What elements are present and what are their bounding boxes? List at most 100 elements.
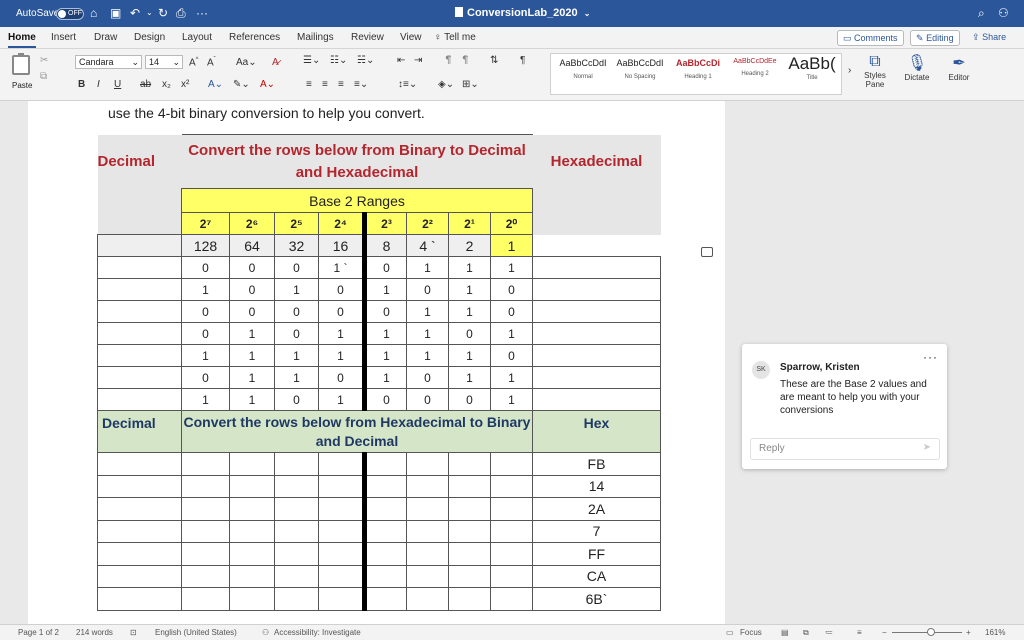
binary-answer-cell[interactable] (448, 519, 491, 543)
strikethrough-icon[interactable]: ab (140, 79, 151, 90)
tell-me[interactable]: ♀ Tell me (434, 32, 476, 43)
share-people-icon[interactable]: ⚇ (998, 6, 1009, 20)
comment-card[interactable]: SK ··· Sparrow, Kristen These are the Ba… (742, 344, 947, 469)
binary-answer-cell[interactable] (274, 519, 319, 543)
word-count[interactable]: 214 words (76, 628, 113, 637)
hex-answer-cell[interactable] (532, 344, 661, 367)
decimal-answer-cell[interactable] (97, 366, 182, 389)
reply-input[interactable]: Reply ➤ (750, 438, 940, 460)
decimal-answer-cell[interactable] (97, 452, 182, 476)
italic-icon[interactable]: I (97, 79, 100, 90)
binary-answer-cell[interactable] (274, 497, 319, 521)
tab-view[interactable]: View (400, 32, 422, 43)
binary-answer-cell[interactable] (274, 542, 319, 566)
bullets-icon[interactable]: ☰⌄ (303, 55, 320, 66)
binary-answer-cell[interactable] (181, 497, 230, 521)
sort-icon[interactable]: ⇅ (490, 55, 498, 66)
decimal-answer-cell[interactable] (97, 542, 182, 566)
binary-answer-cell[interactable] (318, 542, 367, 566)
grow-font-icon[interactable]: A^ (189, 57, 199, 68)
decimal-answer-cell[interactable] (97, 344, 182, 367)
decimal-answer-cell[interactable] (97, 474, 182, 498)
shrink-font-icon[interactable]: Aˇ (207, 57, 216, 68)
editor-button[interactable]: ✒ Editor (942, 53, 976, 82)
shading-icon[interactable]: ◈⌄ (438, 79, 454, 90)
zoom-in-button[interactable]: + (966, 628, 971, 637)
binary-answer-cell[interactable] (274, 587, 319, 611)
comment-marker-icon[interactable] (701, 247, 713, 257)
style-heading-2[interactable]: AaBbCcDdEe Heading 2 (729, 58, 781, 77)
tab-insert[interactable]: Insert (51, 32, 76, 43)
comments-button[interactable]: ▭ Comments (837, 30, 904, 46)
binary-answer-cell[interactable] (406, 587, 449, 611)
binary-answer-cell[interactable] (364, 564, 407, 588)
binary-answer-cell[interactable] (448, 587, 491, 611)
binary-answer-cell[interactable] (229, 474, 275, 498)
tab-mailings[interactable]: Mailings (297, 32, 334, 43)
binary-answer-cell[interactable] (448, 564, 491, 588)
highlight-icon[interactable]: ✎⌄ (233, 79, 250, 90)
accessibility-status[interactable]: Accessibility: Investigate (274, 628, 361, 637)
style-heading-1[interactable]: AaBbCcDi Heading 1 (671, 58, 725, 80)
text-effects-icon[interactable]: A⌄ (208, 79, 223, 90)
hex-answer-cell[interactable] (532, 300, 661, 323)
binary-answer-cell[interactable] (181, 519, 230, 543)
binary-answer-cell[interactable] (448, 542, 491, 566)
binary-answer-cell[interactable] (406, 452, 449, 476)
numbering-icon[interactable]: ☷⌄ (330, 55, 347, 66)
chevron-down-icon[interactable]: ⌄ (584, 9, 591, 18)
document-area[interactable]: use the 4-bit binary conversion to help … (0, 101, 1024, 624)
binary-answer-cell[interactable] (318, 587, 367, 611)
undo-dropdown-icon[interactable]: ⌄ (146, 6, 153, 20)
binary-answer-cell[interactable] (318, 474, 367, 498)
binary-answer-cell[interactable] (406, 542, 449, 566)
hex-answer-cell[interactable] (532, 388, 661, 411)
paste-icon[interactable] (12, 53, 30, 75)
binary-answer-cell[interactable] (274, 474, 319, 498)
decimal-answer-cell[interactable] (97, 587, 182, 611)
binary-answer-cell[interactable] (490, 497, 533, 521)
binary-answer-cell[interactable] (448, 452, 491, 476)
borders-icon[interactable]: ⊞⌄ (462, 79, 479, 90)
binary-answer-cell[interactable] (274, 452, 319, 476)
redo-icon[interactable]: ↻ (158, 6, 168, 20)
hex-answer-cell[interactable] (532, 366, 661, 389)
decimal-answer-cell[interactable] (97, 322, 182, 345)
draft-icon[interactable]: ≡ (857, 628, 862, 637)
binary-answer-cell[interactable] (364, 497, 407, 521)
multilevel-list-icon[interactable]: ☵⌄ (357, 55, 374, 66)
clear-formatting-icon[interactable]: A̷ (272, 57, 279, 68)
web-layout-icon[interactable]: ⧉ (803, 628, 809, 638)
style-normal[interactable]: AaBbCcDdI Normal (557, 58, 609, 80)
more-icon[interactable]: ··· (196, 6, 208, 20)
proofing-icon[interactable]: ⊡ (130, 628, 137, 637)
binary-answer-cell[interactable] (181, 542, 230, 566)
change-case-icon[interactable]: Aa⌄ (236, 57, 257, 68)
send-icon[interactable]: ➤ (923, 442, 931, 453)
binary-answer-cell[interactable] (318, 452, 367, 476)
binary-answer-cell[interactable] (448, 497, 491, 521)
zoom-level[interactable]: 161% (985, 628, 1005, 637)
document-page[interactable]: use the 4-bit binary conversion to help … (28, 101, 725, 624)
align-left-icon[interactable]: ≡ (306, 79, 312, 90)
cut-icon[interactable]: ✂ (40, 55, 48, 66)
hex-answer-cell[interactable] (532, 256, 661, 279)
binary-answer-cell[interactable] (364, 519, 407, 543)
binary-answer-cell[interactable] (318, 564, 367, 588)
font-name-select[interactable]: Candara ⌄ (75, 55, 142, 69)
binary-answer-cell[interactable] (364, 452, 407, 476)
style-title[interactable]: AaBb( Title (787, 54, 837, 81)
binary-answer-cell[interactable] (229, 542, 275, 566)
binary-answer-cell[interactable] (406, 497, 449, 521)
dictate-button[interactable]: 🎙 Dictate (900, 53, 934, 82)
tab-layout[interactable]: Layout (182, 32, 212, 43)
font-color-icon[interactable]: A⌄ (260, 79, 275, 90)
subscript-icon[interactable]: x₂ (162, 79, 171, 90)
bold-icon[interactable]: B (78, 79, 85, 90)
binary-answer-cell[interactable] (318, 519, 367, 543)
binary-answer-cell[interactable] (229, 497, 275, 521)
print-icon[interactable]: ⎙ (176, 6, 186, 20)
align-center-icon[interactable]: ≡ (322, 79, 328, 90)
focus-button[interactable]: Focus (740, 628, 762, 637)
decimal-answer-cell[interactable] (97, 519, 182, 543)
